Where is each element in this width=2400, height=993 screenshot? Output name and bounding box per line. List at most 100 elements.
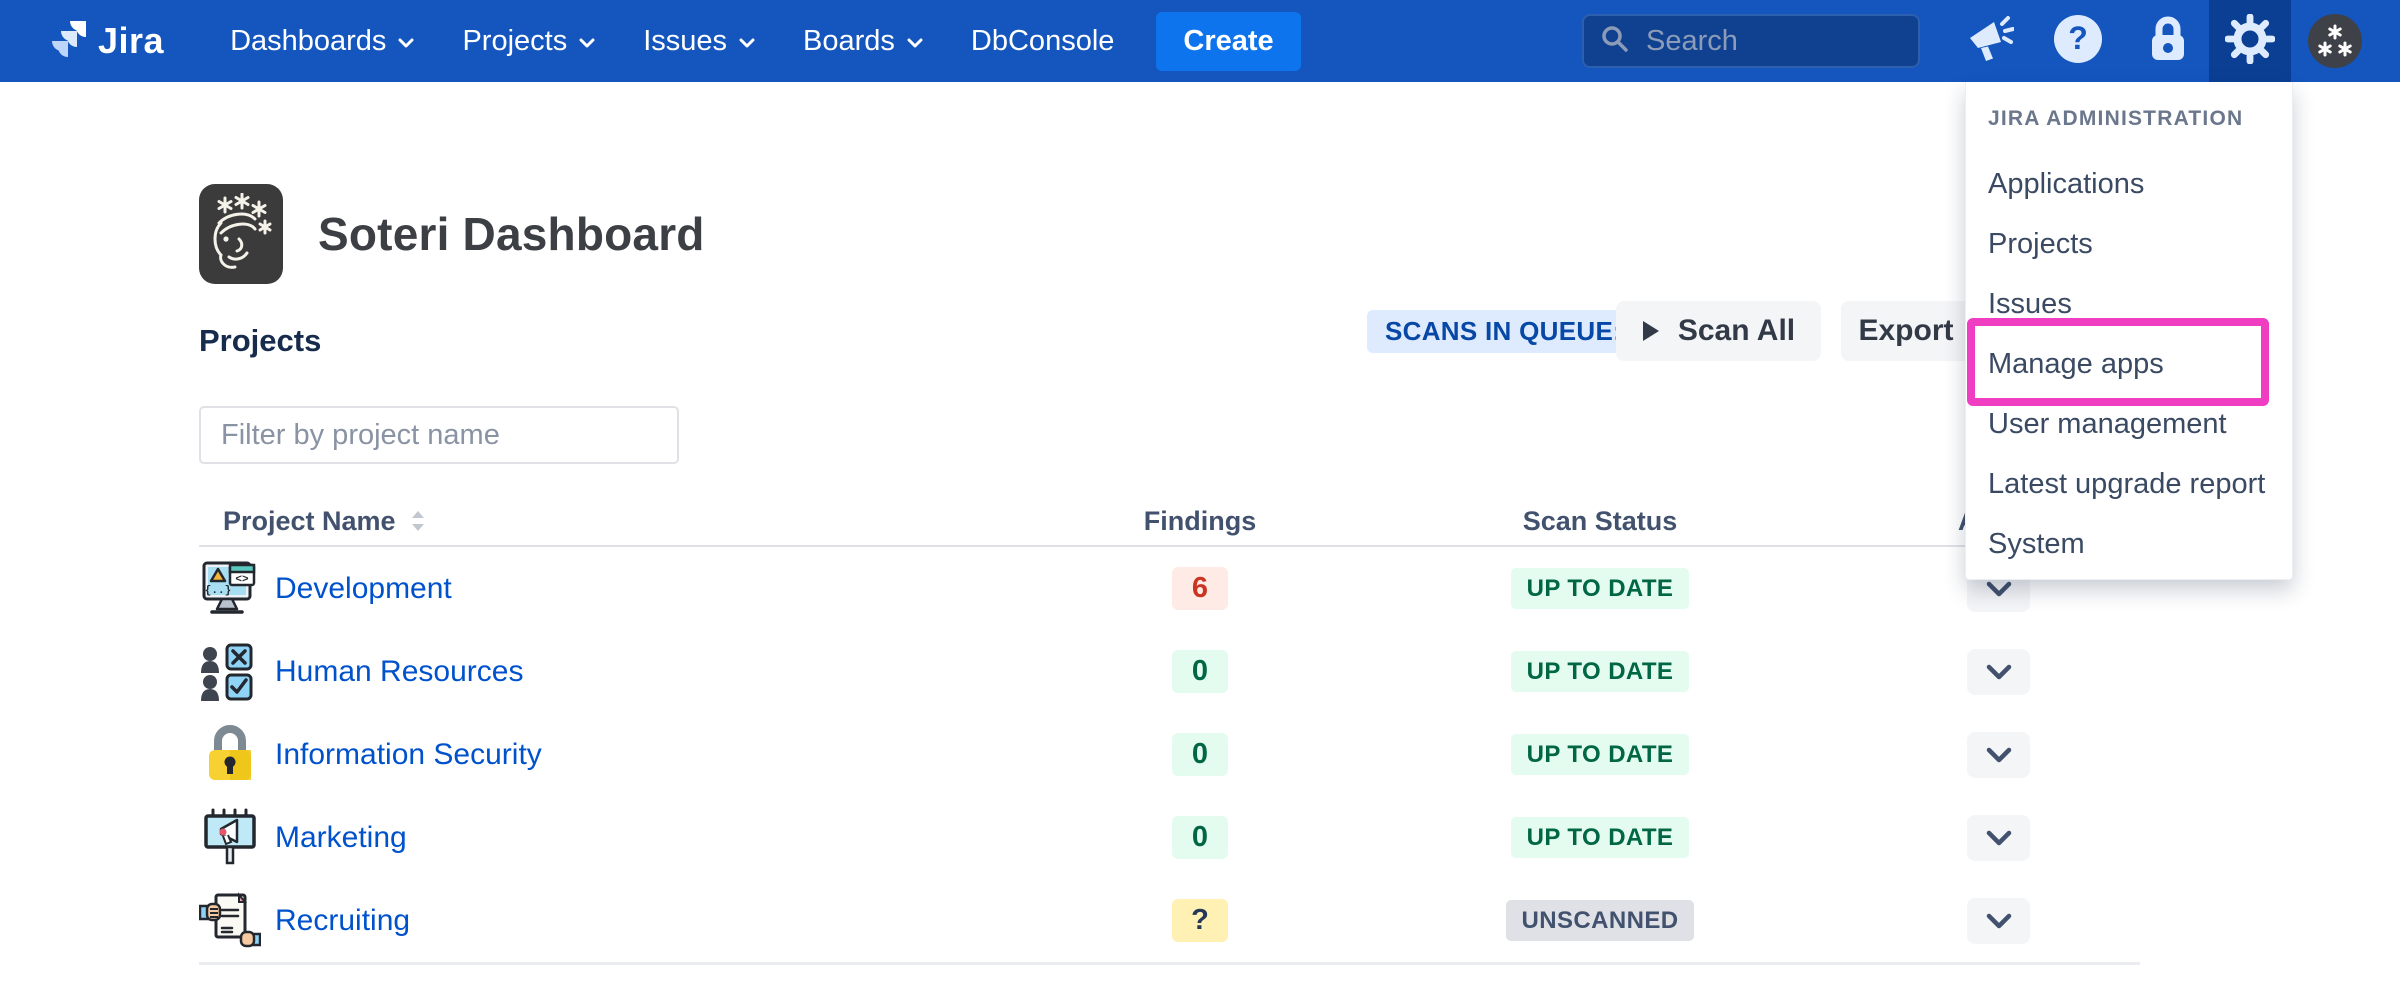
svg-text:{..}: {..} (205, 585, 231, 597)
user-avatar[interactable] (2300, 0, 2370, 82)
admin-menu-item-system[interactable]: System (1966, 514, 2292, 574)
admin-menu-item-user-management[interactable]: User management (1966, 394, 2292, 454)
admin-menu-item-manage-apps[interactable]: Manage apps (1966, 334, 2292, 394)
column-header-project-name[interactable]: Project Name (199, 506, 1050, 537)
status-badge: UNSCANNED (1506, 900, 1695, 941)
findings-badge: 0 (1172, 650, 1228, 693)
search-input[interactable] (1644, 24, 1898, 59)
table-row: Human Resources 0 UP TO DATE (199, 630, 2140, 713)
svg-text:<>: <> (235, 574, 249, 586)
scan-all-label: Scan All (1678, 314, 1795, 348)
chevron-down-icon (1986, 581, 2012, 597)
chevron-down-icon (579, 38, 595, 48)
chevron-down-icon (739, 38, 755, 48)
nav-item-issues[interactable]: Issues (643, 25, 755, 58)
admin-menu-heading: JIRA ADMINISTRATION (1988, 108, 2292, 130)
table-body: {..} <> Development 6 UP TO DATE Human Re… (199, 547, 2140, 965)
lock-icon (2145, 14, 2191, 69)
findings-cell: ? (1050, 899, 1350, 942)
nav-item-label: Issues (643, 25, 727, 58)
findings-badge: ? (1172, 899, 1228, 942)
project-name-cell: Marketing (199, 807, 1050, 869)
information-security-icon (199, 724, 261, 786)
status-badge: UP TO DATE (1511, 817, 1690, 858)
soteri-app-icon (199, 184, 283, 284)
admin-menu-item-latest-upgrade-report[interactable]: Latest upgrade report (1966, 454, 2292, 514)
status-badge: UP TO DATE (1511, 651, 1690, 692)
admin-menu-item-projects[interactable]: Projects (1966, 214, 2292, 274)
column-header-scan-status: Scan Status (1350, 506, 1850, 537)
nav-item-label: DbConsole (971, 25, 1114, 58)
scan-status-cell: UP TO DATE (1350, 651, 1850, 692)
project-name-cell: Human Resources (199, 641, 1050, 703)
help-button[interactable]: ? (2046, 0, 2110, 82)
table-row: Recruiting ? UNSCANNED (199, 879, 2140, 962)
scan-status-cell: UP TO DATE (1350, 568, 1850, 609)
recruiting-icon (199, 890, 261, 952)
search-icon (1600, 24, 1630, 59)
admin-menu-item-issues[interactable]: Issues (1966, 274, 2292, 334)
row-actions-button[interactable] (1967, 898, 2030, 944)
jira-administration-menu: JIRA ADMINISTRATION Applications Project… (1965, 82, 2293, 580)
scan-status-cell: UP TO DATE (1350, 817, 1850, 858)
findings-cell: 0 (1050, 816, 1350, 859)
marketing-icon (199, 807, 261, 869)
nav-item-projects[interactable]: Projects (462, 25, 595, 58)
project-name-cell: Recruiting (199, 890, 1050, 952)
scan-all-button[interactable]: Scan All (1616, 301, 1821, 361)
megaphone-icon (1966, 14, 2014, 69)
gear-icon (2225, 14, 2275, 69)
avatar (2308, 14, 2362, 68)
table-row: {..} <> Development 6 UP TO DATE (199, 547, 2140, 630)
actions-cell (1850, 815, 2140, 861)
jira-logo[interactable]: Jira (46, 19, 164, 63)
actions-cell (1850, 898, 2140, 944)
row-actions-button[interactable] (1967, 815, 2030, 861)
findings-badge: 0 (1172, 733, 1228, 776)
projects-table: Project Name Findings Scan Status Action… (199, 497, 2140, 965)
chevron-down-icon (907, 38, 923, 48)
create-button[interactable]: Create (1156, 12, 1300, 71)
project-name-cell: Information Security (199, 724, 1050, 786)
row-actions-button[interactable] (1967, 732, 2030, 778)
announcements-button[interactable] (1958, 0, 2022, 82)
table-row: Marketing 0 UP TO DATE (199, 796, 2140, 879)
play-icon (1642, 320, 1660, 342)
findings-badge: 0 (1172, 816, 1228, 859)
actions-cell (1850, 732, 2140, 778)
top-navigation-bar: Jira Dashboards Projects Issues Boards D… (0, 0, 2400, 82)
nav-menu: Dashboards Projects Issues Boards DbCons… (230, 25, 1114, 58)
project-link[interactable]: Information Security (275, 738, 542, 772)
chevron-down-icon (1986, 830, 2012, 846)
permissions-button[interactable] (2136, 0, 2200, 82)
table-header: Project Name Findings Scan Status Action… (199, 497, 2140, 547)
project-link[interactable]: Recruiting (275, 904, 410, 938)
project-link[interactable]: Marketing (275, 821, 407, 855)
nav-item-dashboards[interactable]: Dashboards (230, 25, 414, 58)
jira-logo-icon (46, 19, 88, 63)
status-badge: UP TO DATE (1511, 568, 1690, 609)
sort-icon (410, 510, 426, 532)
admin-settings-button[interactable] (2209, 0, 2291, 82)
nav-item-boards[interactable]: Boards (803, 25, 923, 58)
search-box[interactable] (1582, 14, 1920, 68)
scan-status-cell: UP TO DATE (1350, 734, 1850, 775)
chevron-down-icon (398, 38, 414, 48)
table-row: Information Security 0 UP TO DATE (199, 713, 2140, 796)
project-filter-input[interactable] (199, 406, 679, 464)
row-actions-button[interactable] (1967, 649, 2030, 695)
findings-cell: 0 (1050, 650, 1350, 693)
admin-menu-item-applications[interactable]: Applications (1966, 154, 2292, 214)
project-link[interactable]: Human Resources (275, 655, 523, 689)
actions-cell (1850, 649, 2140, 695)
project-name-header-label: Project Name (223, 506, 396, 537)
chevron-down-icon (1986, 913, 2012, 929)
nav-item-dbconsole[interactable]: DbConsole (971, 25, 1114, 58)
soteri-logo-icon (209, 193, 273, 276)
scan-status-cell: UNSCANNED (1350, 900, 1850, 941)
nav-item-label: Projects (462, 25, 567, 58)
findings-cell: 0 (1050, 733, 1350, 776)
project-name-cell: {..} <> Development (199, 558, 1050, 620)
findings-cell: 6 (1050, 567, 1350, 610)
project-link[interactable]: Development (275, 572, 452, 606)
